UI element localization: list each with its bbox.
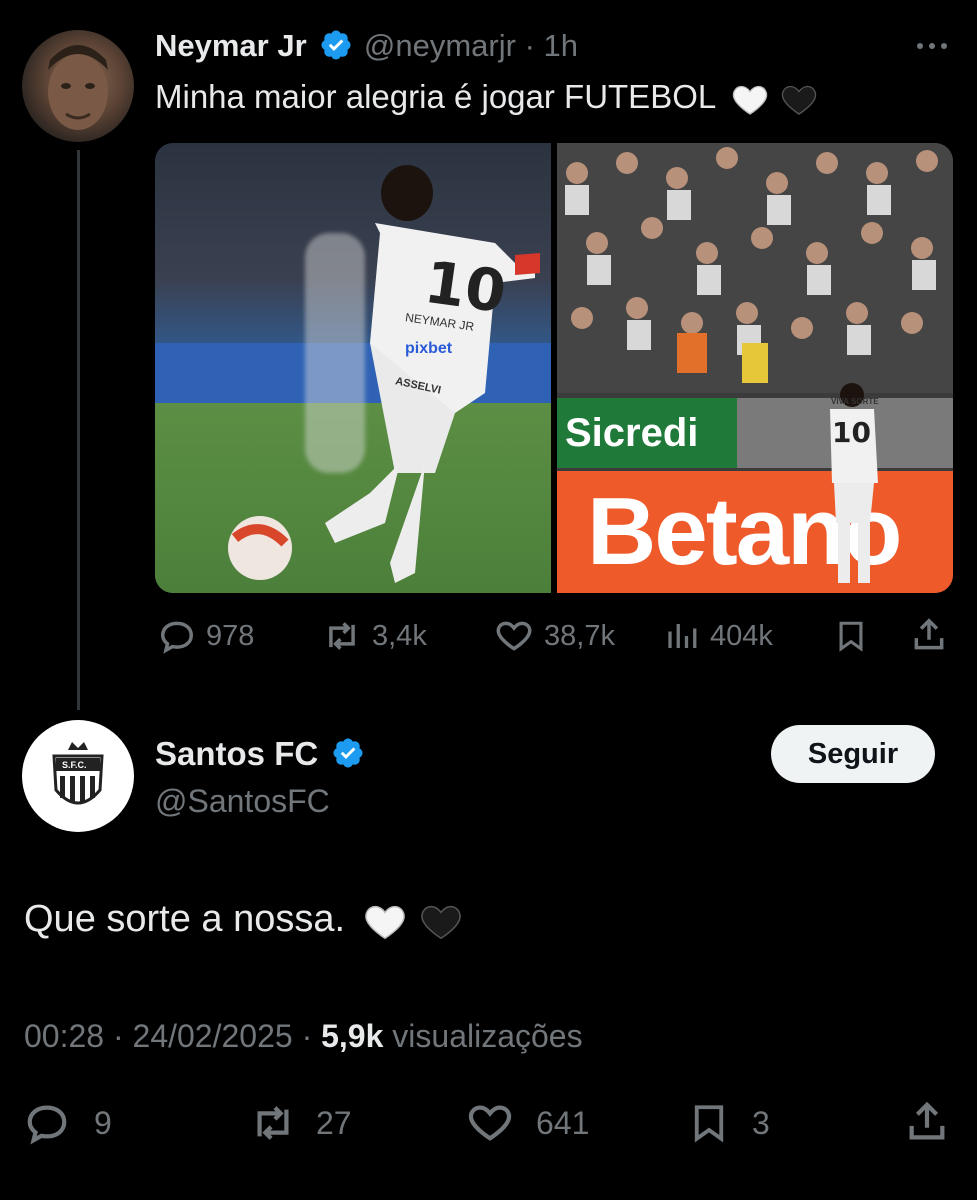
neymar-avatar[interactable] bbox=[22, 30, 134, 142]
retweet-button[interactable]: 3,4k bbox=[322, 617, 427, 655]
bookmark-button[interactable]: 3 bbox=[688, 1100, 770, 1146]
views-count: 404k bbox=[710, 619, 773, 652]
separator-dot: · bbox=[524, 28, 535, 63]
jersey-number-right: 10 bbox=[832, 416, 871, 449]
tweet-time[interactable]: 00:28 bbox=[24, 1018, 104, 1054]
follow-button[interactable]: Seguir bbox=[771, 725, 935, 783]
white-heart-emoji-icon bbox=[733, 86, 768, 116]
tweet-date[interactable]: 24/02/2025 bbox=[133, 1018, 293, 1054]
media-image-left[interactable]: 10 NEYMAR JR pixbet ASSELVI bbox=[155, 143, 551, 593]
tweet2-meta: 00:28 · 24/02/2025 · 5,9k visualizações bbox=[24, 1018, 583, 1055]
views-button[interactable]: 404k bbox=[664, 617, 773, 655]
heart-icon bbox=[468, 1105, 512, 1141]
author-name[interactable]: Santos FC bbox=[155, 735, 318, 772]
author-name[interactable]: Neymar Jr bbox=[155, 28, 307, 63]
like-count: 38,7k bbox=[544, 619, 615, 652]
santos-avatar[interactable]: S.F.C. bbox=[22, 720, 134, 832]
like-button[interactable]: 641 bbox=[466, 1100, 589, 1146]
share-icon bbox=[914, 618, 944, 650]
tweet1-text: Minha maior alegria é jogar FUTEBOL bbox=[155, 78, 819, 119]
tweet-time[interactable]: 1h bbox=[544, 28, 578, 63]
views-label: visualizações bbox=[392, 1018, 583, 1054]
jersey-top-text: VIVA SORTE bbox=[831, 397, 879, 406]
santos-logo-text: S.F.C. bbox=[62, 760, 87, 770]
reply-count: 978 bbox=[206, 619, 255, 652]
thread-line bbox=[77, 150, 80, 710]
like-button[interactable]: 38,7k bbox=[494, 617, 615, 655]
views-count: 5,9k bbox=[321, 1018, 384, 1054]
retweet-count: 3,4k bbox=[372, 619, 427, 652]
verified-badge-icon bbox=[333, 738, 363, 768]
bookmark-icon bbox=[694, 1105, 724, 1143]
retweet-icon bbox=[257, 1106, 289, 1140]
verified-badge-icon bbox=[321, 30, 351, 60]
reply-button[interactable]: 9 bbox=[24, 1100, 112, 1146]
retweet-icon bbox=[329, 622, 355, 650]
retweet-button[interactable]: 27 bbox=[248, 1100, 352, 1146]
tweet-text: Que sorte a nossa. bbox=[24, 898, 346, 941]
share-button[interactable] bbox=[910, 615, 948, 655]
tweet1-header: Neymar Jr @neymarjr · 1h bbox=[155, 28, 578, 64]
separator-dot: · bbox=[112, 1018, 124, 1054]
views-chart-icon bbox=[668, 624, 697, 648]
tweet2-text: Que sorte a nossa. bbox=[24, 898, 464, 944]
bookmark-count: 3 bbox=[752, 1104, 770, 1141]
bookmark-icon bbox=[839, 621, 863, 652]
black-heart-emoji-icon bbox=[421, 905, 461, 940]
reply-icon bbox=[27, 1105, 67, 1145]
tweet2-handle[interactable]: @SantosFC bbox=[155, 783, 330, 820]
more-options-icon[interactable] bbox=[912, 34, 952, 58]
retweet-count: 27 bbox=[316, 1104, 352, 1141]
bookmark-button[interactable] bbox=[834, 617, 868, 655]
tweet1-media[interactable]: 10 NEYMAR JR pixbet ASSELVI Sicredi Beta… bbox=[155, 143, 953, 593]
jersey-sponsor: pixbet bbox=[405, 340, 453, 357]
white-heart-emoji-icon bbox=[364, 905, 405, 940]
reply-button[interactable]: 978 bbox=[158, 617, 254, 655]
share-button[interactable] bbox=[904, 1098, 950, 1146]
banner-sicredi: Sicredi bbox=[565, 410, 699, 455]
like-count: 641 bbox=[536, 1104, 590, 1141]
reply-count: 9 bbox=[94, 1104, 112, 1141]
tweet-text: Minha maior alegria é jogar FUTEBOL bbox=[155, 78, 716, 115]
heart-icon bbox=[496, 621, 532, 651]
tweet2-header: Santos FC bbox=[155, 735, 365, 773]
share-icon bbox=[909, 1101, 945, 1140]
reply-icon bbox=[161, 621, 193, 654]
author-handle[interactable]: @neymarjr bbox=[364, 28, 516, 63]
black-heart-emoji-icon bbox=[782, 86, 817, 116]
separator-dot: · bbox=[301, 1018, 313, 1054]
media-image-right[interactable]: Sicredi Betano 10 VIVA SORTE bbox=[557, 143, 953, 593]
